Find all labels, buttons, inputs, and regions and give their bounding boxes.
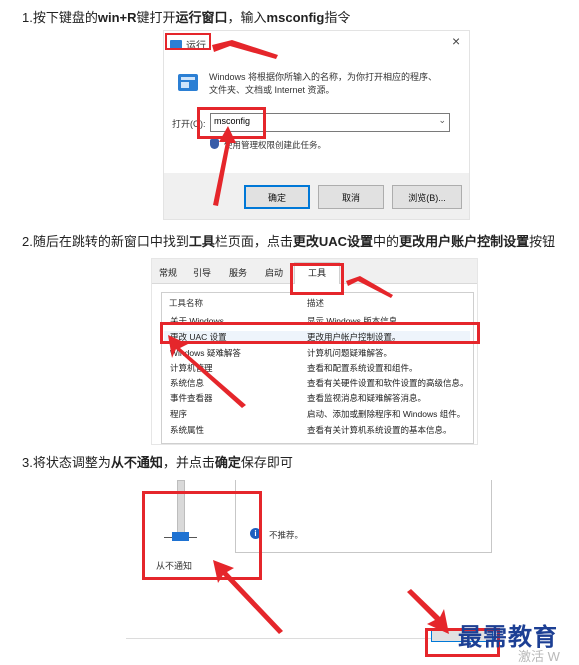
table-row[interactable]: 程序 — [170, 408, 187, 420]
run-footer: 确定 取消 浏览(B)... — [164, 173, 469, 219]
step2-bold-change: 更改用户账户控制设置 — [399, 234, 530, 249]
table-row[interactable]: Windows 疑难解答 — [170, 347, 241, 359]
admin-note: 使用管理权限创建此任务。 — [224, 140, 327, 150]
column-header-name: 工具名称 — [169, 298, 204, 308]
step2-text: 2.随后在跳转的新窗口中找到 — [22, 234, 189, 249]
browse-label: 浏览(B)... — [408, 192, 446, 203]
tool-desc: 计算机问题疑难解答。 — [307, 348, 393, 358]
cancel-label: 取消 — [341, 192, 360, 203]
step3-instruction: 3.将状态调整为从不通知，并点击确定保存即可 — [22, 452, 293, 471]
table-row[interactable]: 事件查看器 — [170, 392, 213, 404]
browse-button[interactable]: 浏览(B)... — [392, 185, 462, 209]
highlight-slider — [142, 491, 262, 580]
ok-label: 确定 — [267, 192, 286, 203]
step1-bold-winr: win+R — [97, 10, 137, 25]
step1-bold-msconfig: msconfig — [266, 10, 325, 25]
tool-name: Windows 疑难解答 — [170, 348, 241, 358]
step1-text: 指令 — [324, 10, 351, 25]
table-row[interactable]: 计算机管理 — [170, 362, 213, 374]
step3-text: ，并点击 — [162, 455, 215, 470]
step1-bold-run: 运行窗口 — [175, 10, 228, 25]
watermark-faint: 激活 W — [518, 649, 560, 664]
step2-text: 按钮 — [529, 234, 556, 249]
ok-button[interactable]: 确定 — [244, 185, 310, 209]
cancel-button[interactable]: 取消 — [318, 185, 384, 209]
table-row[interactable]: 系统属性 — [170, 424, 204, 436]
step1-text: 1.按下键盘的 — [22, 10, 98, 25]
info-text: 不推荐。 — [269, 530, 304, 540]
tool-name: 系统属性 — [170, 425, 205, 435]
tab-services[interactable]: 服务 — [222, 264, 254, 282]
step1-text: ，输入 — [227, 10, 267, 25]
highlight-run-input — [197, 107, 266, 139]
step2-text: 中的 — [373, 234, 400, 249]
step3-text: 保存即可 — [240, 455, 293, 470]
run-description: Windows 将根据你所输入的名称，为你打开相应的程序、 文件夹、文档或 In… — [209, 71, 437, 97]
tool-name: 程序 — [170, 409, 188, 419]
tab-general[interactable]: 常规 — [154, 264, 182, 282]
close-icon[interactable]: × — [452, 33, 460, 49]
run-desc-line: 文件夹、文档或 Internet 资源。 — [209, 85, 335, 95]
step3-bold-ok: 确定 — [214, 455, 241, 470]
tool-desc: 查看有关计算机系统设置的基本信息。 — [307, 425, 452, 435]
tool-name: 事件查看器 — [170, 393, 213, 403]
highlight-uac-row — [160, 322, 480, 344]
column-header-desc: 描述 — [307, 298, 325, 308]
tool-name: 系统信息 — [170, 378, 205, 388]
watermark-activate: 激活 W — [518, 646, 560, 665]
tab-boot[interactable]: 引导 — [188, 264, 216, 282]
step3-bold-never: 从不通知 — [110, 455, 163, 470]
step2-instruction: 2.随后在跳转的新窗口中找到工具栏页面，点击更改UAC设置中的更改用户账户控制设… — [22, 231, 555, 250]
step2-text: 栏页面，点击 — [214, 234, 293, 249]
highlight-tools-tab — [290, 263, 344, 295]
table-row[interactable]: 系统信息 — [170, 377, 204, 389]
run-program-icon — [178, 74, 198, 91]
tool-name: 计算机管理 — [170, 363, 213, 373]
tool-desc: 启动、添加或删除程序和 Windows 组件。 — [307, 409, 466, 419]
step3-text: 3.将状态调整为 — [22, 455, 111, 470]
highlight-run-title — [165, 33, 211, 50]
tool-desc: 查看和配置系统设置和组件。 — [307, 363, 418, 373]
shield-icon — [210, 139, 219, 149]
tool-desc: 查看监视消息和疑难解答消息。 — [307, 393, 427, 403]
step1-instruction: 1.按下键盘的win+R键打开运行窗口，输入msconfig指令 — [22, 7, 350, 26]
step2-bold-tools: 工具 — [188, 234, 215, 249]
step2-bold-uac: 更改UAC设置 — [292, 234, 374, 249]
step1-text: 键打开 — [136, 10, 176, 25]
run-desc-line: Windows 将根据你所输入的名称，为你打开相应的程序、 — [209, 72, 438, 82]
chevron-down-icon[interactable]: ⌄ — [438, 115, 446, 126]
tool-desc: 查看有关硬件设置和软件设置的高级信息。 — [307, 378, 469, 388]
tab-startup[interactable]: 启动 — [258, 264, 290, 282]
info-panel — [235, 480, 492, 553]
